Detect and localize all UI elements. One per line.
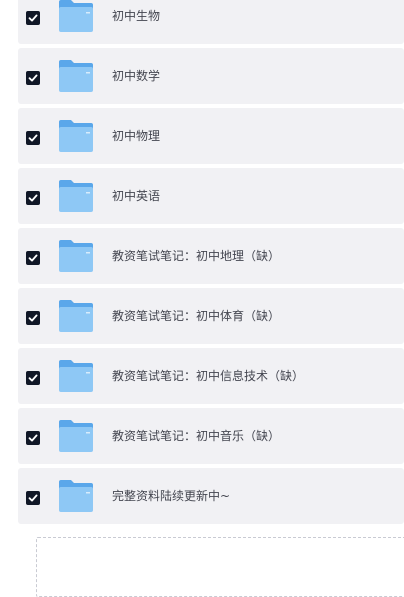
list-item[interactable]: 教资笔试笔记：初中体育（缺） [18,288,404,344]
list-item[interactable]: 初中生物 [18,0,404,44]
item-label: 教资笔试笔记：初中信息技术（缺） [112,369,305,383]
item-label: 教资笔试笔记：初中音乐（缺） [112,429,281,443]
item-label: 教资笔试笔记：初中地理（缺） [112,249,281,263]
checkbox-checked-icon[interactable] [26,431,40,445]
list-item[interactable]: 教资笔试笔记：初中信息技术（缺） [18,348,404,404]
folder-icon [58,299,94,333]
folder-icon [58,119,94,153]
list-item[interactable]: 完整资料陆续更新中~ [18,468,404,524]
checkbox-checked-icon[interactable] [26,251,40,265]
folder-icon [58,359,94,393]
file-list: 初中生物 初中数学 初中物理 初中英语 教资笔试笔记：初中地理（缺） 教资笔试笔… [18,0,404,528]
item-label: 初中生物 [112,9,161,23]
item-label: 初中物理 [112,129,161,143]
item-label: 初中英语 [112,189,161,203]
folder-icon [58,479,94,513]
checkbox-checked-icon[interactable] [26,11,40,25]
checkbox-checked-icon[interactable] [26,311,40,325]
item-label: 完整资料陆续更新中~ [112,489,231,503]
folder-icon [58,0,94,33]
item-label: 教资笔试笔记：初中体育（缺） [112,309,281,323]
item-label: 初中数学 [112,69,161,83]
folder-icon [58,59,94,93]
list-item[interactable]: 初中物理 [18,108,404,164]
list-item[interactable]: 初中英语 [18,168,404,224]
checkbox-checked-icon[interactable] [26,71,40,85]
folder-icon [58,179,94,213]
checkbox-checked-icon[interactable] [26,371,40,385]
upload-drop-area[interactable] [36,537,404,597]
folder-icon [58,419,94,453]
checkbox-checked-icon[interactable] [26,191,40,205]
checkbox-checked-icon[interactable] [26,491,40,505]
checkbox-checked-icon[interactable] [26,131,40,145]
list-item[interactable]: 初中数学 [18,48,404,104]
list-item[interactable]: 教资笔试笔记：初中地理（缺） [18,228,404,284]
folder-icon [58,239,94,273]
list-item[interactable]: 教资笔试笔记：初中音乐（缺） [18,408,404,464]
